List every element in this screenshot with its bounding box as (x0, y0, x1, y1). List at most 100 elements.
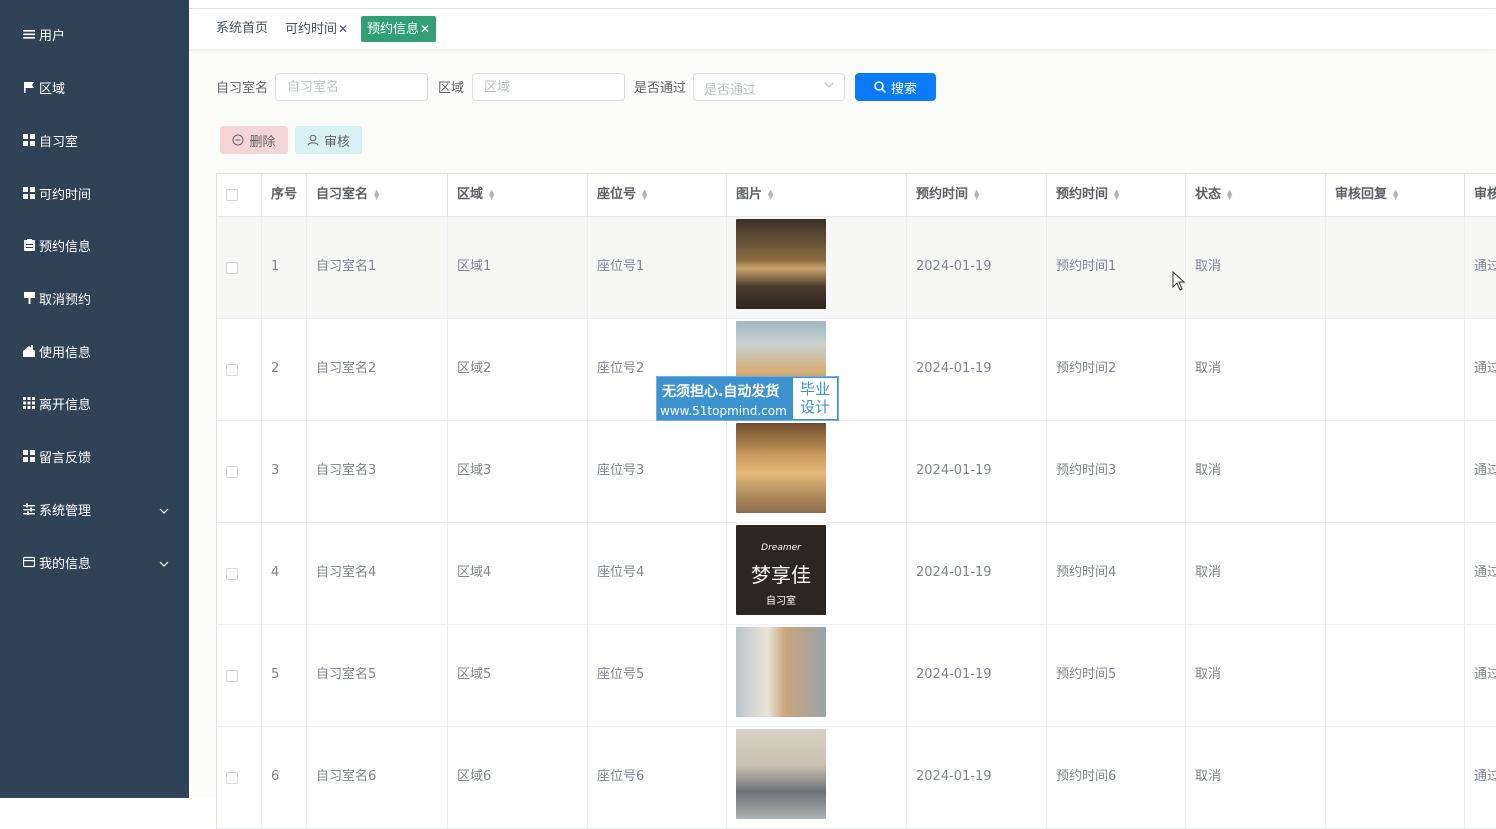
grid-icon (23, 187, 35, 199)
sidebar-item-usage[interactable]: 使用信息 (0, 325, 189, 377)
cell-text: 2024-01-19 (916, 361, 992, 376)
row-checkbox[interactable] (226, 670, 238, 682)
watermark: 无须担心.自动发货 www.51topmind.com 毕业 设计 (656, 376, 839, 421)
table-row[interactable]: 3 自习室名3 区域3 座位号3 2024-01-19 预约时间3 取消 通过 (217, 421, 1496, 523)
table-row[interactable]: 2 自习室名2 区域2 座位号2 2024-01-19 预约时间2 取消 通过 (217, 319, 1496, 421)
mouse-cursor-icon (1172, 270, 1186, 295)
row-checkbox[interactable] (226, 568, 238, 580)
pass-select[interactable]: 是否通过 (693, 73, 845, 101)
close-icon[interactable]: ✕ (338, 22, 348, 36)
room-thumbnail[interactable] (736, 219, 826, 309)
cell-text: 取消 (1195, 667, 1222, 682)
cell-seat: 座位号5 (588, 625, 727, 726)
sidebar-item-available-time[interactable]: 可约时间 (0, 167, 189, 219)
sidebar-item-reservations[interactable]: 预约信息 (0, 219, 189, 271)
row-checkbox[interactable] (226, 772, 238, 784)
cell-index: 1 (262, 217, 307, 318)
col-audit[interactable]: 审核 (1465, 174, 1496, 216)
col-time[interactable]: 预约时间 ▲ ▼ (1047, 174, 1186, 216)
cell-audit: 通过 (1465, 319, 1496, 420)
room-thumbnail[interactable] (736, 627, 826, 717)
sort-icon[interactable]: ▲ ▼ (1114, 188, 1119, 200)
cell-time: 预约时间4 (1047, 523, 1186, 624)
cell-audit: 通过 (1465, 523, 1496, 624)
col-area[interactable]: 区域 ▲ ▼ (448, 174, 588, 216)
select-all-checkbox[interactable] (226, 189, 238, 201)
search-button[interactable]: 搜索 (855, 73, 936, 101)
sidebar-item-users[interactable]: 用户 (0, 8, 189, 60)
watermark-badge2: 设计 (799, 398, 830, 416)
tab-available-time[interactable]: 可约时间✕ (279, 16, 354, 42)
col-date[interactable]: 预约时间 ▲ ▼ (907, 174, 1047, 216)
header-label: 序号 (271, 187, 298, 202)
cell-time: 预约时间5 (1047, 625, 1186, 726)
cell-reply (1326, 319, 1465, 420)
row-checkbox[interactable] (226, 364, 238, 376)
watermark-line1: 无须担心.自动发货 (662, 384, 780, 400)
sidebar-item-system[interactable]: 系统管理 (0, 483, 189, 535)
tab-home[interactable]: 系统首页 (210, 16, 274, 42)
sidebar-item-cancel[interactable]: 取消预约 (0, 272, 189, 324)
cell-date: 2024-01-19 (907, 523, 1047, 624)
table-row[interactable]: 1 自习室名1 区域1 座位号1 2024-01-19 预约时间1 取消 通过 (217, 217, 1496, 319)
cell-text: 5 (271, 667, 280, 682)
room-name-input[interactable] (275, 73, 428, 101)
sidebar-item-area[interactable]: 区域 (0, 61, 189, 113)
sidebar-item-leave[interactable]: 离开信息 (0, 377, 189, 429)
reservation-table: 序号 自习室名 ▲ ▼ 区域 ▲ ▼ 座位号 ▲ ▼ 图片 ▲ ▼ 预约时间 ▲ ▼ 预约时间 ▲ ▼ … (216, 173, 1496, 829)
sidebar-item-label: 预约信息 (39, 239, 92, 255)
sort-icon[interactable]: ▲ ▼ (1393, 188, 1398, 200)
cell-image (727, 625, 907, 726)
header-label: 预约时间 (1056, 187, 1109, 202)
sidebar-item-label: 自习室 (39, 134, 79, 150)
sidebar-item-label: 离开信息 (39, 397, 92, 413)
cell-text: 通过 (1474, 769, 1496, 784)
cell-index: 2 (262, 319, 307, 420)
col-seat[interactable]: 座位号 ▲ ▼ (588, 174, 727, 216)
sidebar-item-label: 可约时间 (39, 187, 92, 203)
col-status[interactable]: 状态 ▲ ▼ (1186, 174, 1326, 216)
col-room[interactable]: 自习室名 ▲ ▼ (307, 174, 448, 216)
table-row[interactable]: 6 自习室名6 区域6 座位号6 2024-01-19 预约时间6 取消 通过 (217, 727, 1496, 829)
col-image[interactable]: 图片 ▲ ▼ (727, 174, 907, 216)
cell-reply (1326, 625, 1465, 726)
delete-button[interactable]: 删除 (220, 126, 288, 154)
sort-icon[interactable]: ▲ ▼ (642, 188, 647, 200)
room-thumbnail[interactable]: Dreamer 梦享佳 自习室 (736, 525, 826, 615)
row-checkbox[interactable] (226, 262, 238, 274)
cell-check (217, 217, 262, 318)
cell-area: 区域1 (448, 217, 588, 318)
cell-room: 自习室名5 (307, 625, 448, 726)
cell-text: 预约时间6 (1056, 769, 1117, 784)
cell-date: 2024-01-19 (907, 319, 1047, 420)
audit-button[interactable]: 审核 (295, 126, 362, 154)
sort-icon[interactable]: ▲ ▼ (374, 188, 379, 200)
cell-room: 自习室名1 (307, 217, 448, 318)
tab-reservations[interactable]: 预约信息✕ (361, 16, 437, 42)
cell-room: 自习室名2 (307, 319, 448, 420)
room-thumbnail[interactable] (736, 423, 826, 513)
table-row[interactable]: 5 自习室名5 区域5 座位号5 2024-01-19 预约时间5 取消 通过 (217, 625, 1496, 727)
sidebar-item-study-room[interactable]: 自习室 (0, 114, 189, 166)
cell-reply (1326, 217, 1465, 318)
sort-icon[interactable]: ▲ ▼ (974, 188, 979, 200)
sort-icon[interactable]: ▲ ▼ (1227, 188, 1232, 200)
cell-text: 2024-01-19 (916, 565, 992, 580)
col-reply[interactable]: 审核回复 ▲ ▼ (1326, 174, 1465, 216)
area-input[interactable] (472, 73, 625, 101)
sign-icon (23, 292, 35, 304)
row-checkbox[interactable] (226, 466, 238, 478)
cell-text: 自习室名2 (316, 361, 377, 376)
room-thumbnail[interactable] (736, 729, 826, 819)
logo-text: 梦享佳 (751, 563, 811, 587)
close-icon[interactable]: ✕ (420, 22, 430, 36)
watermark-badge1: 毕业 (799, 380, 830, 398)
sidebar-item-my-info[interactable]: 我的信息 (0, 536, 189, 588)
cell-reply (1326, 727, 1465, 828)
cell-room: 自习室名3 (307, 421, 448, 522)
sort-icon[interactable]: ▲ ▼ (489, 188, 494, 200)
sidebar-item-feedback[interactable]: 留言反馈 (0, 430, 189, 482)
table-row[interactable]: 4 自习室名4 区域4 座位号4 Dreamer 梦享佳 自习室 2024-01-19 预约时间… (217, 523, 1496, 625)
header-label: 区域 (457, 187, 484, 202)
sort-icon[interactable]: ▲ ▼ (768, 188, 773, 200)
